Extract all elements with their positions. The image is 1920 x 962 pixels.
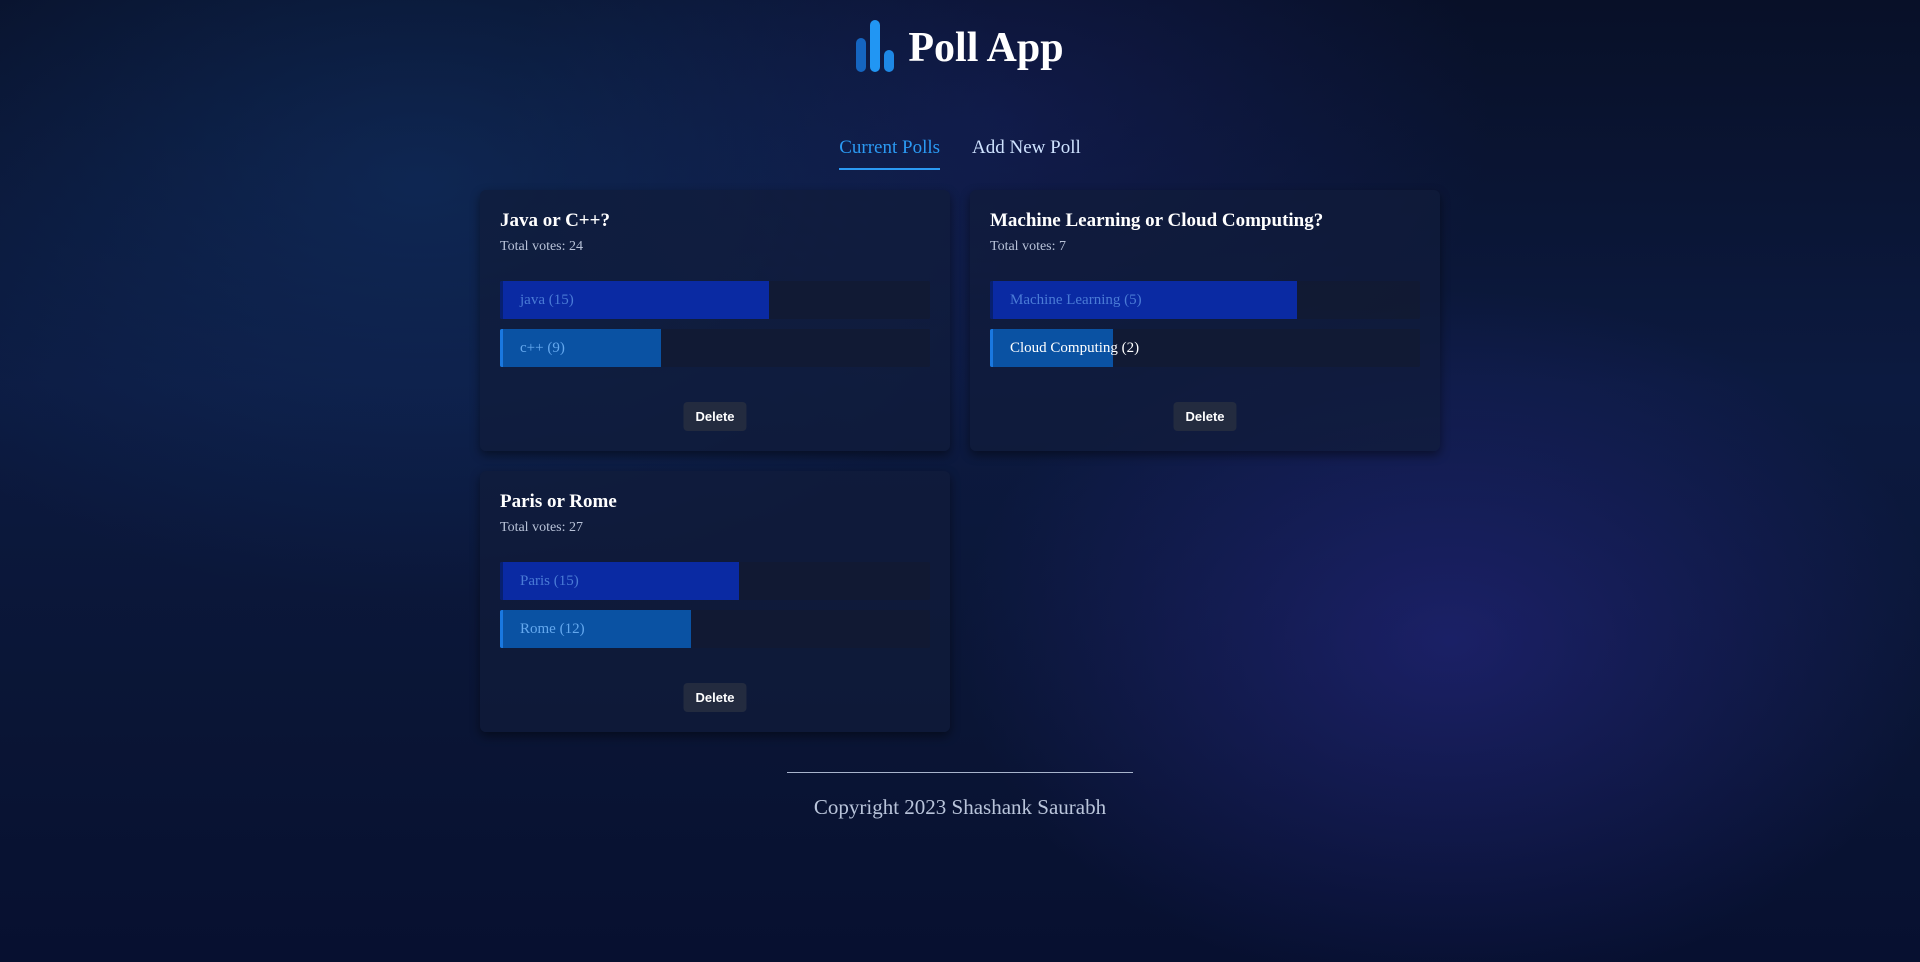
option-label: Cloud Computing (2) [1010,339,1140,356]
footer-divider [787,772,1133,773]
app-page: Poll App Current Polls Add New Poll Java… [0,0,1920,962]
poll-option[interactable]: c++ (9) [500,328,930,367]
polls-grid: Java or C++? Total votes: 24 java (15) c… [480,190,1440,732]
option-label: java (15) [520,291,574,308]
option-label: Paris (15) [520,572,579,589]
delete-poll-button[interactable]: Delete [683,683,747,712]
poll-option[interactable]: Rome (12) [500,609,930,648]
poll-options: java (15) c++ (9) [500,280,930,367]
delete-poll-button[interactable]: Delete [683,402,747,431]
option-label: Rome (12) [520,620,585,637]
option-label: c++ (9) [520,339,565,356]
poll-option[interactable]: Cloud Computing (2) [990,328,1420,367]
poll-question: Java or C++? [500,210,610,231]
poll-card: Paris or Rome Total votes: 27 Paris (15)… [480,471,950,732]
poll-card: Machine Learning or Cloud Computing? Tot… [970,190,1440,451]
tab-nav: Current Polls Add New Poll [0,137,1920,170]
logo-bar [884,50,895,72]
logo-bar [856,38,867,72]
poll-option[interactable]: Machine Learning (5) [990,280,1420,319]
logo-bar [870,20,881,72]
tab-current-polls[interactable]: Current Polls [839,137,941,170]
poll-option[interactable]: java (15) [500,280,930,319]
option-label: Machine Learning (5) [1010,291,1142,308]
poll-question: Machine Learning or Cloud Computing? [990,210,1324,231]
poll-total-votes: Total votes: 27 [500,519,584,535]
app-title: Poll App [908,25,1064,71]
poll-total-votes: Total votes: 24 [500,238,584,254]
delete-poll-button[interactable]: Delete [1173,402,1237,431]
poll-option[interactable]: Paris (15) [500,561,930,600]
bar-chart-icon [856,20,895,72]
poll-options: Paris (15) Rome (12) [500,561,930,648]
poll-card: Java or C++? Total votes: 24 java (15) c… [480,190,950,451]
tab-add-new-poll[interactable]: Add New Poll [972,137,1081,170]
poll-question: Paris or Rome [500,491,617,512]
app-header: Poll App [0,18,1920,72]
poll-total-votes: Total votes: 7 [990,238,1067,254]
page-footer: Copyright 2023 Shashank Saurabh [0,772,1920,820]
poll-options: Machine Learning (5) Cloud Computing (2) [990,280,1420,367]
copyright-text: Copyright 2023 Shashank Saurabh [813,795,1107,819]
